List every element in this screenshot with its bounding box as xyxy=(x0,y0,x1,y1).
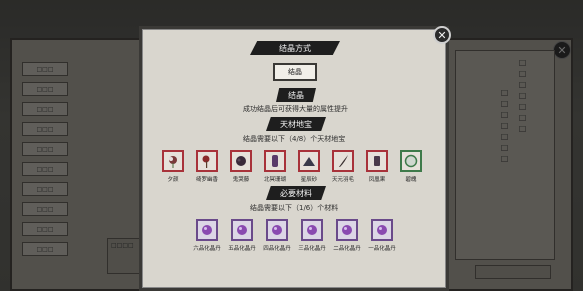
treasure-slot[interactable] xyxy=(332,150,354,172)
pill-icon xyxy=(305,223,319,237)
treasure-requirement: 结晶需要以下（4/8）个天材地宝 xyxy=(243,135,346,143)
material-label: 四品化晶丹 xyxy=(263,246,291,252)
material-label: 三品化晶丹 xyxy=(298,246,326,252)
treasure-slot[interactable] xyxy=(196,150,218,172)
material-slot[interactable] xyxy=(266,219,288,241)
pill-icon xyxy=(340,223,354,237)
materials-requirement: 结晶需要以下（1/6）个材料 xyxy=(250,204,339,212)
material-slot[interactable] xyxy=(196,219,218,241)
crystal-description: 成功结晶后可获得大量的属性提升 xyxy=(243,105,348,113)
material-label: 二品化晶丹 xyxy=(333,246,361,252)
treasure-slot[interactable] xyxy=(400,150,422,172)
material-slot[interactable] xyxy=(371,219,393,241)
section-header-materials: 必要材料 xyxy=(266,186,326,200)
material-slot[interactable] xyxy=(231,219,253,241)
treasure-slot[interactable] xyxy=(264,150,286,172)
close-icon[interactable]: ✕ xyxy=(433,26,451,44)
coral-icon xyxy=(268,154,282,168)
vine-icon xyxy=(200,154,214,168)
pill-icon xyxy=(235,223,249,237)
material-label: 六品化晶丹 xyxy=(193,246,221,252)
material-slot[interactable] xyxy=(301,219,323,241)
pill-icon xyxy=(270,223,284,237)
material-label: 一品化晶丹 xyxy=(368,246,396,252)
dialog-title: 结晶方式 xyxy=(250,41,340,55)
section-header-treasure: 天材地宝 xyxy=(266,117,326,131)
pill-icon xyxy=(200,223,214,237)
flower-icon xyxy=(166,154,180,168)
treasure-slot[interactable] xyxy=(162,150,184,172)
orb-icon xyxy=(404,154,418,168)
treasure-slot[interactable] xyxy=(366,150,388,172)
treasure-slot[interactable] xyxy=(298,150,320,172)
treasure-label: 碧魄 xyxy=(405,177,417,183)
root-icon xyxy=(234,154,248,168)
sand-icon xyxy=(302,154,316,168)
feather-icon xyxy=(336,154,350,168)
treasure-slot[interactable] xyxy=(230,150,252,172)
section-header-crystal: 结晶 xyxy=(276,88,316,102)
pill-icon xyxy=(375,223,389,237)
material-label: 五品化晶丹 xyxy=(228,246,256,252)
fruit-icon xyxy=(370,154,384,168)
crystallize-button[interactable]: 结晶 xyxy=(273,63,317,81)
material-slot[interactable] xyxy=(336,219,358,241)
